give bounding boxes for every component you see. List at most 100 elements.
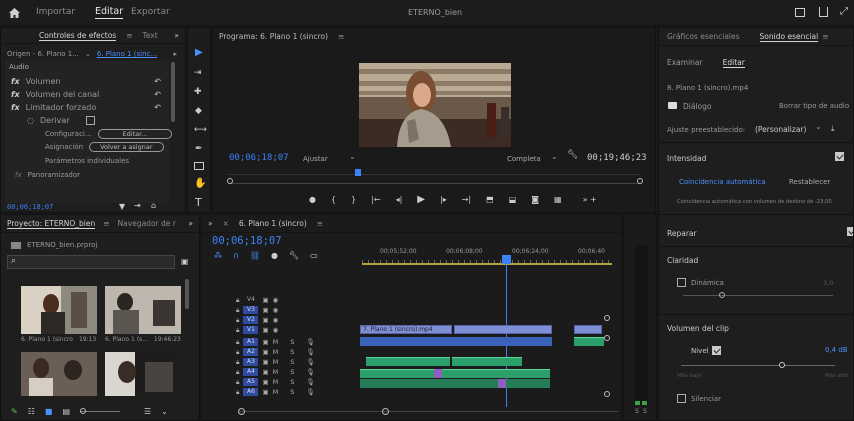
tab-essential-sound[interactable]: Sonido esencial	[759, 32, 819, 42]
pen-tool-icon[interactable]: ✒	[195, 144, 203, 154]
razor-tool-icon[interactable]: ◆	[195, 106, 202, 116]
quality-dropdown[interactable]: Completa	[507, 155, 541, 163]
level-value[interactable]: 0,4 dB	[825, 346, 848, 354]
program-scrubber[interactable]	[227, 169, 643, 188]
audio-clip[interactable]	[366, 357, 450, 366]
project-search-input[interactable]: ⌕	[7, 255, 175, 269]
chevron-down-icon[interactable]: ⌄	[349, 152, 356, 161]
audio-clip[interactable]	[452, 357, 522, 366]
step-back-icon[interactable]: ◂|	[396, 195, 403, 204]
home-icon[interactable]	[9, 8, 20, 18]
wrench-icon[interactable]: 🔧︎	[289, 251, 299, 260]
individual-params-label[interactable]: Parámetros individuales	[45, 157, 129, 165]
program-monitor-title[interactable]: Programa: 6. Plano 1 (sincro)	[219, 32, 328, 41]
config-edit-button[interactable]: Editar...	[97, 129, 173, 139]
panel-menu-icon[interactable]: ≡	[126, 31, 132, 40]
level-checkbox[interactable]	[711, 346, 721, 355]
track-header-a4[interactable]: 🔒︎ A4 ▣ M S 🎙︎	[232, 367, 315, 377]
playhead-marker[interactable]	[502, 255, 511, 264]
ripple-edit-tool-icon[interactable]: ✚	[194, 87, 202, 97]
loudness-checkbox[interactable]	[835, 152, 844, 161]
track-header-a1[interactable]: 🔒︎ A1 ▣ M S 🎙︎	[232, 337, 315, 347]
effect-channel-volume[interactable]: Volumen del canal	[26, 90, 100, 99]
list-view-icon[interactable]: ☷	[28, 407, 35, 416]
subtab-edit[interactable]: Editar	[722, 58, 745, 68]
menu-edit[interactable]: Editar	[95, 6, 124, 19]
timeline-ruler[interactable]: 00;05;52;00 00;06;08;00 00;06;24;00 00;0…	[362, 245, 612, 265]
export-icon[interactable]: ⇥	[134, 201, 141, 210]
hand-tool-icon[interactable]: ✋	[194, 178, 206, 189]
track-header-a2[interactable]: 🔒︎ A2 ▣ M S 🎙︎	[232, 347, 315, 357]
clear-audio-type-button[interactable]: Borrar tipo de audio	[779, 102, 849, 110]
pencil-icon[interactable]: ✎	[11, 407, 18, 416]
more-tabs-icon[interactable]: »	[174, 31, 179, 40]
menu-import[interactable]: Importar	[36, 7, 75, 17]
rectangle-tool-icon[interactable]	[194, 162, 204, 170]
more-buttons-icon[interactable]: » +	[583, 195, 597, 204]
linked-selection-icon[interactable]: ⛓	[250, 251, 260, 260]
filter-icon[interactable]: ▼	[119, 202, 125, 211]
track-end-icon[interactable]	[604, 335, 610, 341]
auto-match-button[interactable]: Coincidencia automática	[675, 176, 770, 188]
panel-menu-icon[interactable]: ≡	[103, 219, 109, 228]
panel-menu-icon[interactable]: ≡	[822, 32, 828, 41]
video-clip[interactable]: 7. Plano 1 (sincro).mp4	[360, 325, 452, 334]
lock-icon[interactable]: 🔒︎	[236, 306, 239, 315]
tab-project[interactable]: Proyecto: ETERNO_bien	[7, 219, 96, 229]
effects-timecode[interactable]: 00;06;18;07	[7, 203, 53, 211]
chevron-down-icon[interactable]: ⌄	[85, 50, 91, 58]
program-current-time[interactable]: 00;06;18;07	[229, 153, 289, 163]
zoom-handle-right[interactable]	[637, 178, 643, 184]
chevron-down-icon[interactable]: ⌄	[161, 407, 168, 416]
settings-wrench-icon[interactable]: 🔧︎	[567, 150, 578, 160]
fullscreen-icon[interactable]: ⤢	[840, 6, 848, 17]
solo-label[interactable]: S	[643, 408, 647, 415]
play-only-icon[interactable]: ▸	[173, 50, 177, 58]
workspace-icon[interactable]	[795, 8, 805, 17]
slip-tool-icon[interactable]: ⟷	[194, 125, 207, 135]
playhead-marker[interactable]	[355, 169, 361, 176]
new-bin-icon[interactable]: ▣	[181, 257, 189, 266]
more-tabs-icon[interactable]: »	[188, 219, 193, 228]
captions-icon[interactable]: ▭	[310, 251, 318, 260]
panel-menu-icon[interactable]: ≡	[317, 219, 323, 228]
mute-checkbox[interactable]	[677, 394, 686, 403]
clip-thumbnail[interactable]	[105, 286, 181, 334]
add-marker-icon[interactable]: ●	[309, 195, 316, 204]
export-frame-icon[interactable]: ◙	[531, 195, 539, 204]
reset-icon[interactable]: ↶	[154, 103, 161, 112]
toggle-icon[interactable]: ◌	[27, 116, 34, 125]
share-icon[interactable]	[819, 7, 828, 17]
effect-hard-limiter[interactable]: Limitador forzado	[26, 103, 97, 112]
video-clip[interactable]	[574, 325, 602, 334]
reset-icon[interactable]: ↶	[154, 90, 161, 99]
zoom-slider[interactable]	[80, 407, 120, 414]
reassign-button[interactable]: Volver a asignar	[89, 142, 164, 152]
project-scrollbar[interactable]	[185, 279, 189, 309]
preset-dropdown[interactable]: (Personalizar)	[755, 125, 806, 134]
lock-icon[interactable]: 🔒︎	[236, 296, 239, 305]
track-header-a3[interactable]: 🔒︎ A3 ▣ M S 🎙︎	[232, 357, 315, 367]
work-area-bar[interactable]	[362, 263, 612, 265]
track-end-icon[interactable]	[604, 391, 610, 397]
dynamics-checkbox[interactable]	[677, 278, 686, 287]
track-header-v1[interactable]: 🔒︎ V1 ▣ ◉	[232, 325, 278, 335]
repair-checkbox[interactable]	[846, 227, 853, 236]
sort-icon[interactable]: ☰	[144, 407, 151, 416]
clip-icon[interactable]: ⌂	[151, 201, 156, 210]
track-end-icon[interactable]	[604, 315, 610, 321]
video-clip[interactable]	[454, 325, 552, 334]
dynamics-slider[interactable]	[683, 292, 833, 298]
go-to-out-icon[interactable]: →|	[462, 195, 471, 204]
reset-icon[interactable]: ↶	[154, 77, 161, 86]
mark-out-icon[interactable]: }	[351, 195, 356, 204]
tab-media-browser[interactable]: Navegador de r	[118, 219, 176, 228]
clip-thumbnail[interactable]	[21, 286, 97, 334]
clip-thumbnail[interactable]	[21, 352, 97, 396]
compare-icon[interactable]: ▦	[554, 195, 562, 204]
audio-clip[interactable]	[574, 337, 604, 346]
selection-tool-icon[interactable]: ▶	[195, 47, 203, 58]
menu-export[interactable]: Exportar	[131, 7, 170, 17]
effect-marker[interactable]	[434, 369, 442, 378]
close-icon[interactable]: ×	[223, 219, 229, 228]
